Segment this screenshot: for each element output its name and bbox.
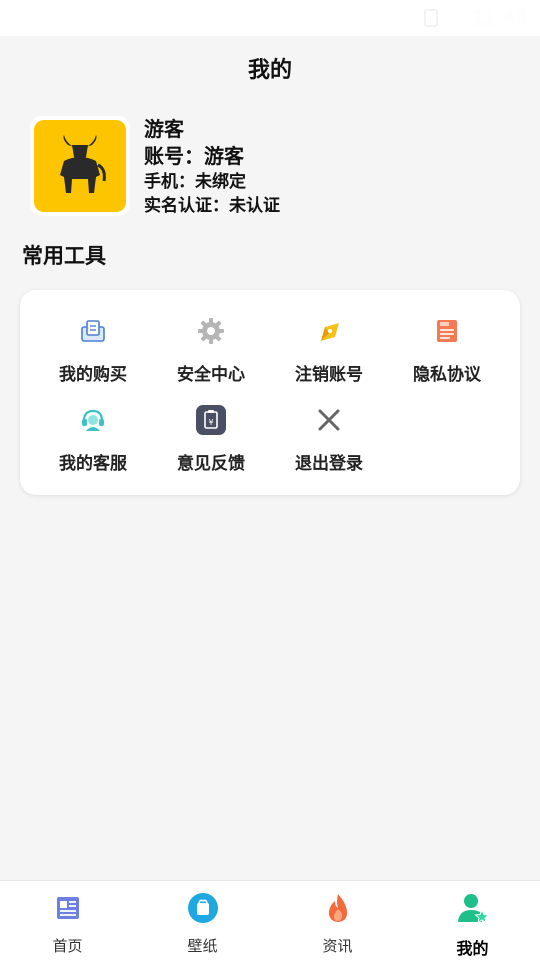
document-icon xyxy=(437,320,457,342)
tool-security-center[interactable]: 安全中心 xyxy=(152,316,270,396)
profile-verification: 实名认证：未认证 xyxy=(144,196,280,216)
tool-feedback[interactable]: ¥ 意见反馈 xyxy=(152,405,270,485)
bottom-nav: 首页 壁纸 资讯 我的 xyxy=(0,880,540,960)
profile-card[interactable]: 游客 账号：游客 手机：未绑定 实名认证：未认证 xyxy=(30,116,510,220)
tool-label: 隐私协议 xyxy=(413,365,481,385)
tool-privacy-policy[interactable]: 隐私协议 xyxy=(388,316,506,396)
nav-item-wallpaper[interactable]: 壁纸 xyxy=(135,881,270,960)
flame-icon xyxy=(328,894,347,922)
pencil-icon xyxy=(321,323,339,341)
nav-label: 资讯 xyxy=(322,937,353,955)
tools-section-title: 常用工具 xyxy=(22,244,106,268)
sim-icon xyxy=(424,9,438,27)
svg-text:¥: ¥ xyxy=(208,418,213,427)
purchase-icon xyxy=(81,320,105,342)
status-bar: 11:43 xyxy=(0,0,540,36)
tool-cancel-account[interactable]: 注销账号 xyxy=(270,316,388,396)
tools-card: 我的购买 安全中心 注销账号 隐私协议 我的客服 ¥ 意见反馈 退出登录 xyxy=(20,290,520,495)
tool-customer-service[interactable]: 我的客服 xyxy=(34,405,152,485)
wallpaper-icon xyxy=(187,893,218,923)
nav-label: 首页 xyxy=(52,937,83,955)
nav-label: 我的 xyxy=(456,939,489,958)
tool-label: 退出登录 xyxy=(295,454,363,474)
user-star-icon xyxy=(457,894,489,924)
profile-name: 游客 xyxy=(144,117,184,141)
page-title: 我的 xyxy=(247,58,292,83)
feedback-icon: ¥ xyxy=(196,405,226,435)
nav-item-news[interactable]: 资讯 xyxy=(270,881,405,960)
tool-label: 我的购买 xyxy=(59,365,127,385)
close-icon xyxy=(318,409,340,431)
tool-label: 我的客服 xyxy=(59,454,127,474)
headset-icon xyxy=(82,409,104,431)
tool-my-purchase[interactable]: 我的购买 xyxy=(34,316,152,396)
avatar[interactable] xyxy=(30,116,130,216)
status-time: 11:43 xyxy=(472,6,528,29)
nav-label: 壁纸 xyxy=(187,937,218,955)
nav-item-home[interactable]: 首页 xyxy=(0,881,135,960)
nav-item-mine[interactable]: 我的 xyxy=(405,881,540,960)
news-icon xyxy=(56,897,79,919)
wifi-icon xyxy=(389,9,413,27)
profile-phone: 手机：未绑定 xyxy=(144,172,246,192)
tool-logout[interactable]: 退出登录 xyxy=(270,405,388,485)
tool-label: 注销账号 xyxy=(295,365,363,385)
tool-label: 意见反馈 xyxy=(177,454,245,474)
battery-icon xyxy=(448,6,462,30)
gear-icon xyxy=(198,318,224,344)
profile-account: 账号：游客 xyxy=(144,144,244,168)
tool-label: 安全中心 xyxy=(177,365,245,385)
bull-logo-icon xyxy=(60,135,106,193)
